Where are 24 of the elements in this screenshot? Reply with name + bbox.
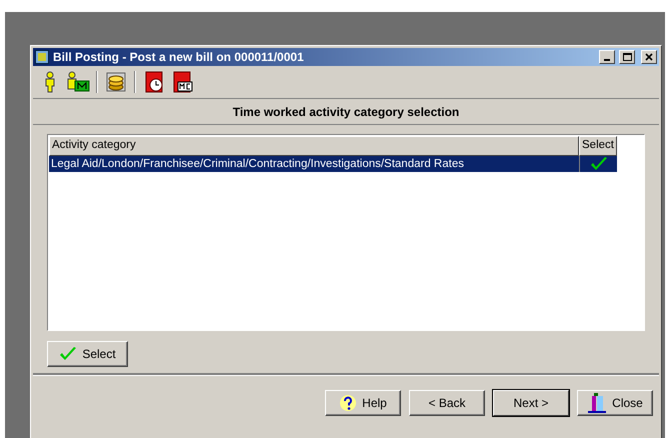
close-icon bbox=[645, 53, 653, 61]
checkmark-icon bbox=[59, 346, 78, 362]
back-button[interactable]: < Back bbox=[409, 390, 485, 416]
table-row-cell[interactable]: Legal Aid/London/Franchisee/Criminal/Contracting/Investigations/Standard Rates bbox=[49, 156, 579, 172]
coins-icon[interactable] bbox=[105, 71, 127, 93]
person-icon[interactable] bbox=[44, 71, 56, 93]
help-icon bbox=[339, 394, 358, 412]
person-folder-icon[interactable] bbox=[66, 71, 90, 93]
maximize-button[interactable] bbox=[619, 50, 635, 64]
column-header[interactable]: Activity category bbox=[49, 136, 579, 156]
window-title: Bill Posting - Post a new bill on 000011/0001 bbox=[53, 50, 305, 64]
minimize-button[interactable] bbox=[599, 50, 615, 64]
select-button[interactable]: Select bbox=[47, 341, 128, 367]
column-header[interactable]: Select bbox=[579, 136, 617, 156]
app-icon bbox=[35, 50, 49, 64]
maximize-icon bbox=[622, 53, 632, 61]
help-button[interactable]: Help bbox=[325, 390, 401, 416]
close-button[interactable]: Close bbox=[577, 390, 653, 416]
next-button[interactable]: Next > bbox=[493, 390, 569, 416]
close-button[interactable] bbox=[641, 50, 657, 64]
document-icon[interactable] bbox=[171, 71, 193, 93]
clock-document-icon[interactable] bbox=[143, 71, 165, 93]
door-icon bbox=[587, 392, 608, 414]
section-heading: Time worked activity category selection bbox=[33, 99, 659, 125]
